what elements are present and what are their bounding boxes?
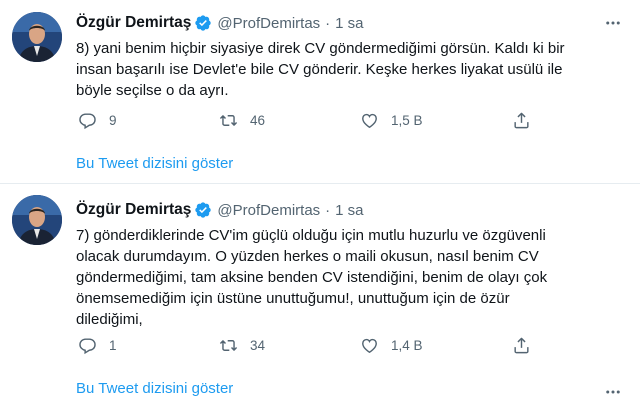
tweet-header: Özgür Demirtaş @ProfDemirtas · 1 sa xyxy=(76,200,364,220)
more-options-button[interactable] xyxy=(602,382,624,402)
retweet-button[interactable]: 46 xyxy=(219,109,265,131)
more-options-icon xyxy=(606,21,620,25)
heart-icon xyxy=(362,338,377,353)
author-handle[interactable]: @ProfDemirtas xyxy=(217,15,320,32)
tweet[interactable]: Özgür Demirtaş @ProfDemirtas · 1 sa 7) g… xyxy=(0,185,640,412)
more-options-button[interactable] xyxy=(602,13,624,33)
share-button[interactable] xyxy=(512,334,531,356)
share-button[interactable] xyxy=(512,109,531,131)
separator: · xyxy=(325,14,331,32)
tweet-text-line: insan başarılı ise Devlet'e bile CV gönd… xyxy=(76,61,563,78)
tweet-text-line: böyle seçilse o da ayrı. xyxy=(76,82,229,99)
author-name[interactable]: Özgür Demirtaş xyxy=(76,201,191,219)
avatar[interactable] xyxy=(12,195,62,245)
tweet-text-line: göndermediğimi, tam aksine benden CV ist… xyxy=(76,269,548,286)
reply-button[interactable]: 9 xyxy=(78,109,117,131)
tweet-text-line: olacak durumdayım. O yüzden herkes o mai… xyxy=(76,248,539,265)
tweet-actions: 1 34 1,4 B xyxy=(76,334,546,356)
retweet-icon xyxy=(219,339,238,351)
share-icon xyxy=(514,337,529,353)
retweet-icon xyxy=(219,114,238,126)
profile-photo-icon xyxy=(12,12,62,62)
retweet-button[interactable]: 34 xyxy=(219,334,265,356)
tweet-header: Özgür Demirtaş @ProfDemirtas · 1 sa xyxy=(76,13,364,33)
author-name[interactable]: Özgür Demirtaş xyxy=(76,14,191,32)
tweet[interactable]: Özgür Demirtaş @ProfDemirtas · 1 sa 8) y… xyxy=(0,0,640,184)
tweet-text-line: önemsemediğim için üstüne unuttuğumu!, u… xyxy=(76,290,510,307)
profile-photo-icon xyxy=(12,195,62,245)
like-button[interactable]: 1,4 B xyxy=(360,334,423,356)
tweet-text-line: 7) gönderdiklerinde CV'im güçlü olduğu i… xyxy=(76,227,546,244)
show-thread-link[interactable]: Bu Tweet dizisini göster xyxy=(76,155,233,172)
tweet-text-line: 8) yani benim hiçbir siyasiye direk CV g… xyxy=(76,40,565,57)
tweet-text: 7) gönderdiklerinde CV'im güçlü olduğu i… xyxy=(76,225,624,330)
tweet-text: 8) yani benim hiçbir siyasiye direk CV g… xyxy=(76,38,624,101)
verified-badge-icon xyxy=(194,14,212,32)
tweet-actions: 9 46 1,5 B xyxy=(76,109,546,131)
timestamp[interactable]: 1 sa xyxy=(335,202,363,219)
reply-button[interactable]: 1 xyxy=(78,334,117,356)
verified-badge-icon xyxy=(194,201,212,219)
share-icon xyxy=(514,112,529,128)
avatar[interactable] xyxy=(12,12,62,62)
retweet-count: 46 xyxy=(250,112,266,128)
heart-icon xyxy=(362,113,377,128)
retweet-count: 34 xyxy=(250,337,266,353)
like-button[interactable]: 1,5 B xyxy=(360,109,423,131)
reply-count: 9 xyxy=(109,112,117,128)
more-options-icon xyxy=(606,390,620,394)
like-count: 1,4 B xyxy=(391,337,423,353)
show-thread-link[interactable]: Bu Tweet dizisini göster xyxy=(76,380,233,397)
reply-icon xyxy=(79,337,96,354)
reply-count: 1 xyxy=(109,337,117,353)
tweet-text-line: dilediğimi, xyxy=(76,311,143,328)
like-count: 1,5 B xyxy=(391,112,423,128)
timestamp[interactable]: 1 sa xyxy=(335,15,363,32)
reply-icon xyxy=(79,112,96,129)
author-handle[interactable]: @ProfDemirtas xyxy=(217,202,320,219)
separator: · xyxy=(325,201,331,219)
